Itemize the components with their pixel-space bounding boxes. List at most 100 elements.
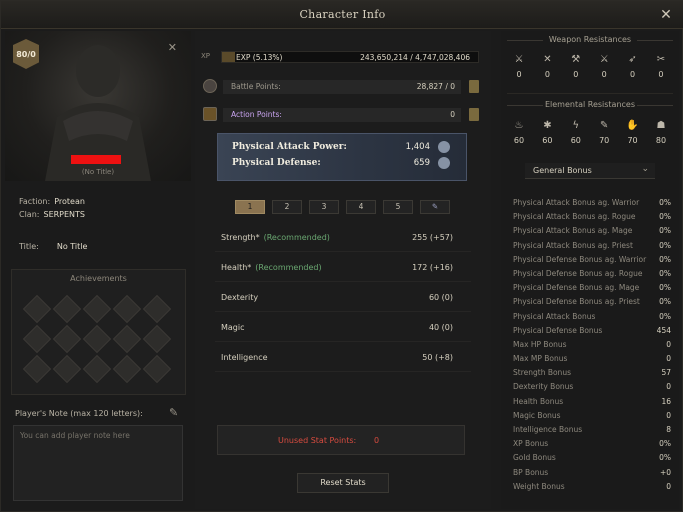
bonus-value: 0% xyxy=(659,439,671,449)
tab-preset-4[interactable]: 4 xyxy=(346,200,376,214)
resistance-cell: ⚔ 0 xyxy=(507,53,531,79)
achievement-slot[interactable] xyxy=(52,324,82,354)
achievement-slot[interactable] xyxy=(142,294,172,324)
bonus-name: Physical Defense Bonus ag. Mage xyxy=(513,283,640,293)
bonus-name: Physical Defense Bonus ag. Priest xyxy=(513,297,640,307)
clan-row: Clan: SERPENTS xyxy=(19,210,85,219)
stat-name: Dexterity xyxy=(221,293,262,302)
bonus-value: 0% xyxy=(659,453,671,463)
bonus-name: XP Bonus xyxy=(513,439,549,449)
bonus-row: Physical Attack Bonus ag. Warrior 0% xyxy=(513,197,671,211)
ice-icon: ✱ xyxy=(543,120,552,131)
stat-label: Dexterity xyxy=(221,293,259,302)
unused-stat-points-value: 0 xyxy=(374,436,380,445)
stat-row: Magic 40 (0) xyxy=(215,318,471,342)
achievement-slot[interactable] xyxy=(52,354,82,384)
resistance-cell: ✂ 0 xyxy=(649,53,673,79)
achievement-slot[interactable] xyxy=(22,324,52,354)
sword-icon: ⚔ xyxy=(514,54,524,65)
faction-row: Faction: Protean xyxy=(19,197,85,206)
bonus-name: Max MP Bonus xyxy=(513,354,568,364)
resistance-value: 80 xyxy=(655,136,667,145)
achievement-slot[interactable] xyxy=(112,324,142,354)
resistance-cell: ✕ 0 xyxy=(535,53,559,79)
resistance-cell: ♨ 60 xyxy=(507,119,531,145)
book-icon[interactable] xyxy=(469,80,479,93)
bonus-name: Gold Bonus xyxy=(513,453,556,463)
bonus-value: 0 xyxy=(666,339,671,349)
achievements-grid xyxy=(22,294,174,384)
bonus-row: Physical Defense Bonus ag. Priest 0% xyxy=(513,296,671,310)
battle-points-value: 28,827 / 0 xyxy=(416,82,455,91)
battle-points-row: Battle Points: 28,827 / 0 xyxy=(203,79,483,95)
tab-preset-3[interactable]: 3 xyxy=(309,200,339,214)
character-info-window: Character Info ✕ 80/0 ✕ (No Title) Facti… xyxy=(0,0,683,512)
achievement-slot[interactable] xyxy=(82,294,112,324)
resistance-value: 0 xyxy=(601,70,607,79)
stat-value: 172 (+16) xyxy=(412,263,453,272)
resistance-cell: ⚒ 0 xyxy=(564,53,588,79)
title-bar[interactable]: Character Info ✕ xyxy=(1,1,683,29)
close-icon[interactable]: ✕ xyxy=(658,7,674,23)
exp-value: 243,650,214 / 4,747,028,406 xyxy=(360,53,470,62)
feather-pen-icon[interactable]: ✎ xyxy=(420,200,450,214)
stat-recommended: (Recommended) xyxy=(255,263,322,272)
crossed-daggers-icon: ✂ xyxy=(656,54,666,65)
elemental-resistances-grid: ♨ 60 ✱ 60 ϟ 60 ✎ 70 ✋ 70 ☗ 80 xyxy=(507,119,673,145)
defense-row: Physical Defense: 659 xyxy=(232,157,452,169)
poison-icon: ☗ xyxy=(656,120,666,131)
stat-row: Strength* (Recommended) 255 (+57) xyxy=(215,228,471,252)
achievement-slot[interactable] xyxy=(142,354,172,384)
divider xyxy=(507,93,673,94)
achievement-slot[interactable] xyxy=(82,324,112,354)
bonus-row: Physical Defense Bonus ag. Warrior 0% xyxy=(513,254,671,268)
character-portrait: 80/0 ✕ (No Title) xyxy=(5,31,191,181)
bonus-name: Dexterity Bonus xyxy=(513,382,574,392)
clan-value: SERPENTS xyxy=(43,210,86,219)
bonus-value: 0% xyxy=(659,297,671,307)
tab-preset-5[interactable]: 5 xyxy=(383,200,413,214)
achievement-slot[interactable] xyxy=(142,324,172,354)
reset-stats-button[interactable]: Reset Stats xyxy=(297,473,389,493)
bonus-name: Health Bonus xyxy=(513,396,564,406)
bonus-value: 0% xyxy=(659,311,671,321)
achievement-slot[interactable] xyxy=(22,354,52,384)
stat-recommended: (Recommended) xyxy=(263,233,330,242)
bonus-value: 0 xyxy=(666,354,671,364)
bonus-name: Intelligence Bonus xyxy=(513,425,583,434)
bonus-row: Physical Defense Bonus ag. Rogue 0% xyxy=(513,268,671,282)
skull-icon xyxy=(203,79,217,93)
feather-pen-icon[interactable]: ✎ xyxy=(169,406,178,419)
bonus-category-dropdown[interactable]: General Bonus ⌄ xyxy=(525,163,655,179)
attack-power-value: 1,404 xyxy=(405,142,430,152)
player-note-label: Player's Note (max 120 letters): xyxy=(15,409,143,418)
character-title-small: (No Title) xyxy=(81,168,115,176)
player-note-input[interactable] xyxy=(13,425,183,501)
bonus-row: BP Bonus +0 xyxy=(513,467,671,481)
achievement-slot[interactable] xyxy=(22,294,52,324)
title-value: No Title xyxy=(56,242,88,251)
tab-preset-2[interactable]: 2 xyxy=(272,200,302,214)
achievement-slot[interactable] xyxy=(112,294,142,324)
achievement-slot[interactable] xyxy=(52,294,82,324)
elemental-resistances-title: Elemental Resistances xyxy=(501,100,679,109)
achievement-slot[interactable] xyxy=(82,354,112,384)
bonus-row: Weight Bonus 0 xyxy=(513,481,671,495)
resistance-cell: ⚔ 0 xyxy=(592,53,616,79)
character-name-redacted xyxy=(71,155,121,164)
achievement-slot[interactable] xyxy=(112,354,142,384)
faction-value: Protean xyxy=(54,197,85,206)
tab-preset-1[interactable]: 1 xyxy=(235,200,265,214)
bonus-value: 0% xyxy=(659,283,671,293)
crossed-axes-icon[interactable]: ✕ xyxy=(168,41,177,54)
book-icon[interactable] xyxy=(469,108,479,121)
stat-row: Health* (Recommended) 172 (+16) xyxy=(215,258,471,282)
stat-name: Strength* (Recommended) xyxy=(221,233,330,242)
bonus-row: Physical Attack Bonus ag. Priest 0% xyxy=(513,240,671,254)
unused-stat-points-label: Unused Stat Points: xyxy=(278,436,357,445)
bonus-name: Physical Defense Bonus ag. Rogue xyxy=(513,268,643,278)
bonus-name: Physical Defense Bonus ag. Warrior xyxy=(513,254,647,264)
battle-points-label: Battle Points: xyxy=(231,82,281,91)
bonus-value: +0 xyxy=(659,467,671,477)
resistance-value: 60 xyxy=(542,136,553,145)
